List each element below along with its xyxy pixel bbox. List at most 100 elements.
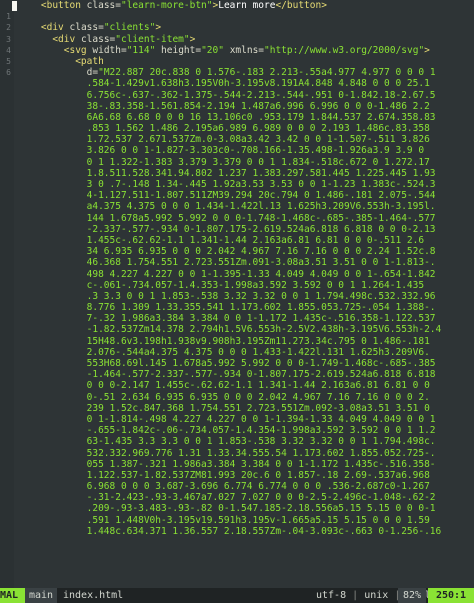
path-data-line: 63-1.435 3.3 3.3 0 0 1 1.853-.538 3.32 3… [18,436,436,448]
code-line[interactable]: a4.375 4.375 0 0 0 1.434-1.422l.13 1.625… [0,201,474,212]
code-line[interactable]: -1.82.537Zm14.378 2.794h1.5V6.553h-2.5V2… [0,324,474,335]
code-line[interactable]: -.655-1.842c-.06-.734.057-1.4.354-1.998a… [0,425,474,436]
code-token: <path [75,55,104,67]
path-data-line: .853 1.562 1.486 2.195a6.989 6.989 0 0 0… [18,123,430,135]
code-line[interactable]: 1 [0,11,474,22]
code-line[interactable]: .209-.93-3.483-.93-.82 0-1.547.185-2.18.… [0,503,474,514]
path-data-line: 8.776 1.309 1.33.355.541 1.173.602 1.855… [18,302,436,314]
path-data-line: -1.464-.577-2.337-.577-.934 0-1.807.175-… [18,369,436,381]
code-line[interactable]: c-.061-.734.057-1.4.353-1.998a3.592 3.59… [0,280,474,291]
path-data-line: 553H68.69l.145 1.678a5.992 5.992 0 0 0-1… [18,358,436,369]
code-line[interactable]: .584-1.429v1.638h3.195V0h-3.195v8.191A4.… [0,78,474,89]
path-data-line: -2.337-.577-.934 0-1.807.175-2.619.524a6… [18,223,436,235]
separator: | [352,590,359,601]
path-data-line: 1.72.537 2.671.537Zm.0-3.08a3.42 3.42 0 … [18,134,430,146]
code-token: Learn more [218,0,276,11]
path-data-line: .3 3.3 0 0 1 1.853-.538 3.32 3.32 0 0 1 … [18,290,436,302]
code-text: <svg width="114" height="20" xmlns="http… [18,45,430,56]
code-text: d="M22.887 20c.838 0 1.576-.183 2.213-.5… [18,67,436,78]
code-line[interactable]: 1.455c-.62.62-1.1 1.341-1.44 2.163a6.81 … [0,235,474,246]
line-number: 4 [6,45,11,55]
code-line[interactable]: 553H68.69l.145 1.678a5.992 5.992 0 0 0-1… [0,358,474,369]
code-line[interactable]: -1.464-.577-2.337-.577-.934 0-1.807.175-… [0,369,474,380]
code-line[interactable]: 2.076-.544a4.375 4.375 0 0 0 1.433-1.422… [0,347,474,358]
line-number: 6 [6,68,11,78]
code-line[interactable]: .591 1.448V0h-3.195v19.591h3.195v-1.665a… [0,515,474,526]
code-token: "clients" [103,22,156,34]
code-text: <button class="learn-more-btn">Learn mor… [18,0,327,11]
code-text: <div class="clients"> [18,22,161,33]
path-data-line: 0-.51 2.634 6.935 6.935 0 0 0 2.042 4.96… [18,391,430,403]
file-name: index.html [63,590,124,601]
path-data-line: 46.368 1.754.551 2.723.551Zm.091-3.08a3.… [18,257,436,269]
code-line[interactable]: 7-.32 1.986a3.384 3.384 0 0 1-1.172 1.43… [0,313,474,324]
code-line[interactable]: 34 6.935 6.935 0 0 0 2.042 4.967 7.16 7.… [0,246,474,257]
code-line[interactable]: .3 3.3 0 0 1 1.853-.538 3.32 3.32 0 0 1 … [0,291,474,302]
scroll-percent: 82% [398,588,426,603]
path-data-line: 532.332.969.776 1.31 1.33.34.555.54 1.17… [18,447,436,459]
code-line[interactable]: 6A6.68 6.68 0 0 0 16 13.106c0 .953.179 1… [0,112,474,123]
code-line[interactable]: -.31-2.423-.93-3.467a7.027 7.027 0 0 0-2… [0,492,474,503]
code-token: height= [161,44,202,56]
code-token: class= [80,33,116,45]
code-line[interactable]: 1.8.511.528.341.94.802 1.237 1.383.297.5… [0,168,474,179]
path-data-line: 144 1.678a5.992 5.992 0 0 0-1.748-1.468c… [18,212,436,224]
code-token: </button> [275,0,327,11]
code-line[interactable]: 3 <div class="client-item"> [0,34,474,45]
code-line[interactable]: 1.122.537-1.82.537ZM81.993 20c.6 0 1.857… [0,470,474,481]
code-line[interactable]: 055 1.387-.321 1.986a3.384 3.384 0 0 1-1… [0,459,474,470]
code-line[interactable]: <button class="learn-more-btn">Learn mor… [0,0,474,11]
code-line[interactable]: 144 1.678a5.992 5.992 0 0 0-1.748-1.468c… [0,213,474,224]
code-token: width= [92,44,127,56]
path-data-line: 6.968 0 0 0 3.687-3.696 6.774 6.774 0 0 … [18,481,430,493]
code-line[interactable]: 6.756c-.637-.362-1.375-.544-2.213-.544-.… [0,90,474,101]
code-token: class= [86,0,121,11]
code-token: "client-item" [115,33,190,45]
code-line[interactable]: 0 1 1.322-1.383 3.379 3.379 0 0 1 1.834-… [0,157,474,168]
code-line[interactable]: 0 0 0-2.147 1.455c-.62.62-1.1 1.341-1.44… [0,380,474,391]
code-line[interactable]: 0 1-1.814-.498 4.227 4.227 0 0 1-1.394-1… [0,414,474,425]
code-line[interactable]: 4-1.127.511-1.807.511ZM39.294 20c.794 0 … [0,190,474,201]
code-line[interactable]: .853 1.562 1.486 2.195a6.989 6.989 0 0 0… [0,123,474,134]
path-data-line: 6A6.68 6.68 0 0 0 16 13.106c0 .953.179 1… [18,111,436,123]
path-data-line: 7-.32 1.986a3.384 3.384 0 0 1-1.172 1.43… [18,313,436,325]
code-line[interactable]: 6 d="M22.887 20c.838 0 1.576-.183 2.213-… [0,67,474,78]
status-bar: MAL main index.html utf-8 | unix | html … [0,588,474,603]
path-data-line: 1.455c-.62.62-1.1 1.341-1.44 2.163a6.81 … [18,234,425,246]
code-line[interactable]: 6.968 0 0 0 3.687-3.696 6.774 6.774 0 0 … [0,481,474,492]
code-token: <button [40,0,87,11]
code-area[interactable]: <button class="learn-more-btn">Learn mor… [0,0,474,588]
code-line[interactable]: 46.368 1.754.551 2.723.551Zm.091-3.08a3.… [0,257,474,268]
path-data-line: 4-1.127.511-1.807.511ZM39.294 20c.794 0 … [18,190,436,202]
text-editor[interactable]: <button class="learn-more-btn">Learn mor… [0,0,474,603]
code-token: class= [69,22,104,34]
line-number: 1 [6,12,11,22]
code-line[interactable]: 5 <path [0,56,474,67]
code-line[interactable]: -2.337-.577-.934 0-1.807.175-2.619.524a6… [0,224,474,235]
code-line[interactable]: 498 4.227 4.227 0 0 1-1.395-1.33 4.049 4… [0,269,474,280]
path-data-line: 0 0 0-2.147 1.455c-.62.62-1.1 1.341-1.44… [18,380,430,392]
code-line[interactable]: 63-1.435 3.3 3.3 0 0 1 1.853-.538 3.32 3… [0,436,474,447]
line-number: 3 [6,34,11,44]
code-line[interactable]: 239 1.52c.847.368 1.754.551 2.723.551Zm.… [0,403,474,414]
cursor-position: 250:1 [428,588,474,603]
code-line[interactable]: 1.72.537 2.671.537Zm.0-3.08a3.42 3.42 0 … [0,134,474,145]
path-data-line: 0 1-1.814-.498 4.227 4.227 0 0 1-1.394-1… [18,413,436,425]
path-data-line: 055 1.387-.321 1.986a3.384 3.384 0 0 1-1… [18,458,436,470]
code-token: > [155,22,162,34]
code-line[interactable]: 15H48.6v3.198h1.938v9.908h3.195Zm11.273.… [0,336,474,347]
code-line[interactable]: 8.776 1.309 1.33.355.541 1.173.602 1.855… [0,302,474,313]
code-line[interactable]: 3 0 .7-.148 1.34-.445 1.92a3.53 3.53 0 0… [0,179,474,190]
code-token: <div [52,33,81,45]
code-token: "learn-more-btn" [120,0,213,11]
code-line[interactable]: 4 <svg width="114" height="20" xmlns="ht… [0,45,474,56]
code-line[interactable]: 0-.51 2.634 6.935 6.935 0 0 0 2.042 4.96… [0,392,474,403]
path-data-line: 15H48.6v3.198h1.938v9.908h3.195Zm11.273.… [18,335,430,347]
code-line[interactable]: 2 <div class="clients"> [0,22,474,33]
code-line[interactable]: 532.332.969.776 1.31 1.33.34.555.54 1.17… [0,448,474,459]
code-line[interactable]: 3.826 0 0 1-1.827-3.303c0-.708.166-1.35.… [0,145,474,156]
code-line[interactable]: 38-.83.358-1.561.854-2.194 1.487a6.996 6… [0,101,474,112]
code-line[interactable]: 1.448c.634.371 1.36.557 2.18.557Zm-.04-3… [0,526,474,537]
